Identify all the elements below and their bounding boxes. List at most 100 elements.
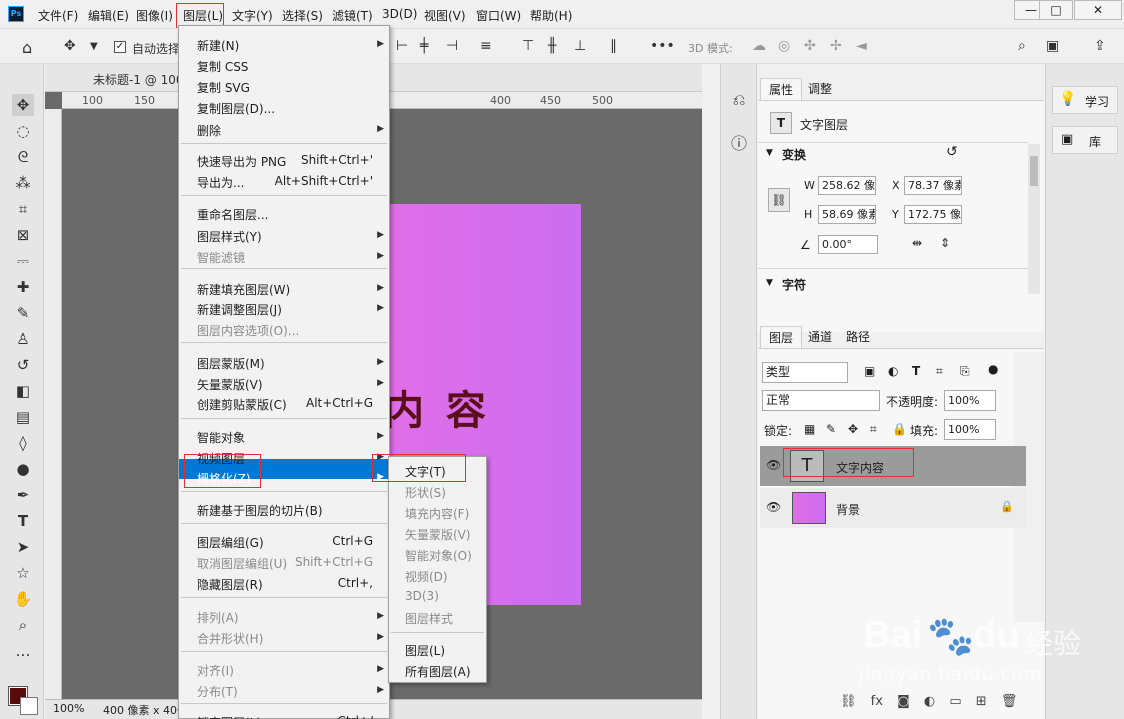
tab-channels[interactable]: 通道: [800, 326, 840, 348]
dodge-tool-icon[interactable]: ●: [12, 458, 34, 480]
menu-item-label[interactable]: 快速导出为 PNG: [197, 153, 286, 170]
share-icon[interactable]: ⇪: [1094, 38, 1106, 54]
filter-pixel-icon[interactable]: ▣: [864, 364, 875, 378]
height-field[interactable]: 58.69 像素: [818, 205, 876, 224]
distribute-vertical-icon[interactable]: ∥: [610, 38, 617, 54]
auto-select-checkbox[interactable]: ✓: [114, 41, 126, 53]
submenu-item[interactable]: 矢量蒙版(V): [405, 526, 471, 543]
menu-help[interactable]: 帮助(H): [530, 7, 572, 24]
history-brush-icon[interactable]: ↺: [12, 354, 34, 376]
lasso-tool-icon[interactable]: ᘓ: [12, 146, 34, 168]
hand-tool-icon[interactable]: ✋: [12, 588, 34, 610]
submenu-item[interactable]: 图层样式: [405, 610, 453, 627]
reset-transform-icon[interactable]: ↺: [946, 144, 958, 160]
zoom-level[interactable]: 100%: [53, 702, 84, 715]
menu-item-label[interactable]: 合并形状(H): [197, 630, 263, 647]
type-tool-icon[interactable]: T: [12, 510, 34, 532]
menu-item-label[interactable]: 矢量蒙版(V): [197, 376, 263, 393]
submenu-item[interactable]: 3D(3): [405, 589, 439, 603]
menu-item-label[interactable]: 新建基于图层的切片(B): [197, 502, 323, 519]
eyedropper-icon[interactable]: ⎓: [12, 250, 34, 272]
angle-field[interactable]: 0.00°: [818, 235, 878, 254]
lock-brush-icon[interactable]: ✎: [826, 422, 836, 436]
canvas-text-layer[interactable]: 内 容: [384, 378, 490, 436]
crop-tool-icon[interactable]: ⌗: [12, 198, 34, 220]
menu-item-label[interactable]: 智能对象: [197, 429, 245, 446]
move-tool-icon[interactable]: ✥: [12, 94, 34, 116]
lock-all-icon[interactable]: 🔒: [892, 422, 907, 436]
chevron-down-icon[interactable]: ▼: [766, 278, 773, 288]
layer-row-background[interactable]: 👁 背景 🔒: [760, 488, 1026, 528]
chevron-down-icon[interactable]: ▼: [90, 41, 98, 52]
filter-toggle-icon[interactable]: ●: [988, 362, 998, 376]
menu-edit[interactable]: 编辑(E): [88, 7, 129, 24]
lock-position-icon[interactable]: ✥: [848, 422, 858, 436]
fx-icon[interactable]: fx: [871, 694, 883, 709]
menu-item-label[interactable]: 重命名图层...: [197, 206, 268, 223]
align-left-icon[interactable]: ⊢: [396, 38, 408, 54]
blend-mode-select[interactable]: 正常: [762, 390, 880, 411]
healing-brush-icon[interactable]: ✚: [12, 276, 34, 298]
menu-item-label[interactable]: 图层编组(G): [197, 534, 264, 551]
align-middle-icon[interactable]: ╫: [548, 38, 556, 54]
menu-select[interactable]: 选择(S): [282, 7, 323, 24]
menu-item-label[interactable]: 复制 SVG: [197, 79, 250, 96]
menu-item-label[interactable]: 复制 CSS: [197, 58, 248, 75]
lock-pixels-icon[interactable]: ▦: [804, 422, 815, 436]
new-layer-icon[interactable]: ⊞: [976, 694, 987, 709]
move-tool-icon[interactable]: ✥: [64, 38, 76, 54]
stamp-tool-icon[interactable]: ♙: [12, 328, 34, 350]
new-group-icon[interactable]: ▭: [949, 694, 961, 709]
home-icon[interactable]: ⌂: [22, 38, 32, 57]
delete-layer-icon[interactable]: 🗑: [1001, 694, 1018, 709]
distribute-icon[interactable]: ≡: [480, 38, 492, 54]
search-icon[interactable]: ⌕: [1018, 38, 1026, 54]
menu-item-label[interactable]: 锁定图层(L)...: [197, 714, 273, 719]
filter-smart-icon[interactable]: ⎘: [960, 364, 970, 379]
menu-item-label[interactable]: 新建填充图层(W): [197, 281, 290, 298]
shape-tool-icon[interactable]: ☆: [12, 562, 34, 584]
learn-button[interactable]: 💡 学习: [1052, 86, 1118, 114]
add-mask-icon[interactable]: ◙: [897, 694, 910, 709]
width-field[interactable]: 258.62 像素: [818, 176, 876, 195]
frame-tool-icon[interactable]: ⊠: [12, 224, 34, 246]
menu-view[interactable]: 视图(V): [424, 7, 466, 24]
menu-item-label[interactable]: 智能滤镜: [197, 249, 245, 266]
menu-item-label[interactable]: 新建调整图层(J): [197, 301, 282, 318]
submenu-item[interactable]: 视频(D): [405, 568, 448, 585]
menu-type[interactable]: 文字(Y): [232, 7, 273, 24]
eye-icon[interactable]: 👁: [766, 500, 781, 514]
submenu-item[interactable]: 填充内容(F): [405, 505, 469, 522]
menu-item-label[interactable]: 取消图层编组(U): [197, 555, 287, 572]
scrollbar-thumb[interactable]: [1030, 156, 1038, 186]
menu-item-label[interactable]: 排列(A): [197, 609, 239, 626]
align-bottom-icon[interactable]: ⊥: [574, 38, 586, 54]
submenu-item[interactable]: 所有图层(A): [405, 663, 471, 680]
align-right-icon[interactable]: ⊣: [446, 38, 458, 54]
menu-filter[interactable]: 滤镜(T): [332, 7, 373, 24]
flip-vertical-icon[interactable]: ⇕: [940, 236, 950, 250]
opacity-field[interactable]: 100%: [944, 390, 996, 411]
chevron-down-icon[interactable]: ▼: [766, 148, 773, 158]
history-icon[interactable]: ⎌: [729, 90, 749, 110]
zoom-tool-icon[interactable]: ⌕: [12, 614, 34, 636]
eye-icon[interactable]: 👁: [766, 458, 781, 472]
submenu-item[interactable]: 图层(L): [405, 642, 445, 659]
link-layers-icon[interactable]: ⛓: [840, 694, 857, 709]
path-selection-icon[interactable]: ➤: [12, 536, 34, 558]
y-field[interactable]: 172.75 像素: [904, 205, 962, 224]
menu-image[interactable]: 图像(I): [136, 7, 173, 24]
align-center-icon[interactable]: ╪: [420, 38, 428, 54]
menu-item-label[interactable]: 新建(N): [197, 37, 239, 54]
align-top-icon[interactable]: ⊤: [522, 38, 534, 54]
x-field[interactable]: 78.37 像素: [904, 176, 962, 195]
info-icon[interactable]: ⓘ: [729, 130, 749, 154]
layer-name[interactable]: 背景: [836, 501, 860, 518]
menu-item-label[interactable]: 图层内容选项(O)...: [197, 322, 299, 339]
more-options-icon[interactable]: •••: [650, 38, 675, 54]
menu-item-label[interactable]: 图层蒙版(M): [197, 355, 265, 372]
menu-3d[interactable]: 3D(D): [382, 7, 417, 21]
gradient-tool-icon[interactable]: ▤: [12, 406, 34, 428]
more-tools-icon[interactable]: …: [12, 640, 34, 662]
workspace-icon[interactable]: ▣: [1046, 38, 1059, 54]
